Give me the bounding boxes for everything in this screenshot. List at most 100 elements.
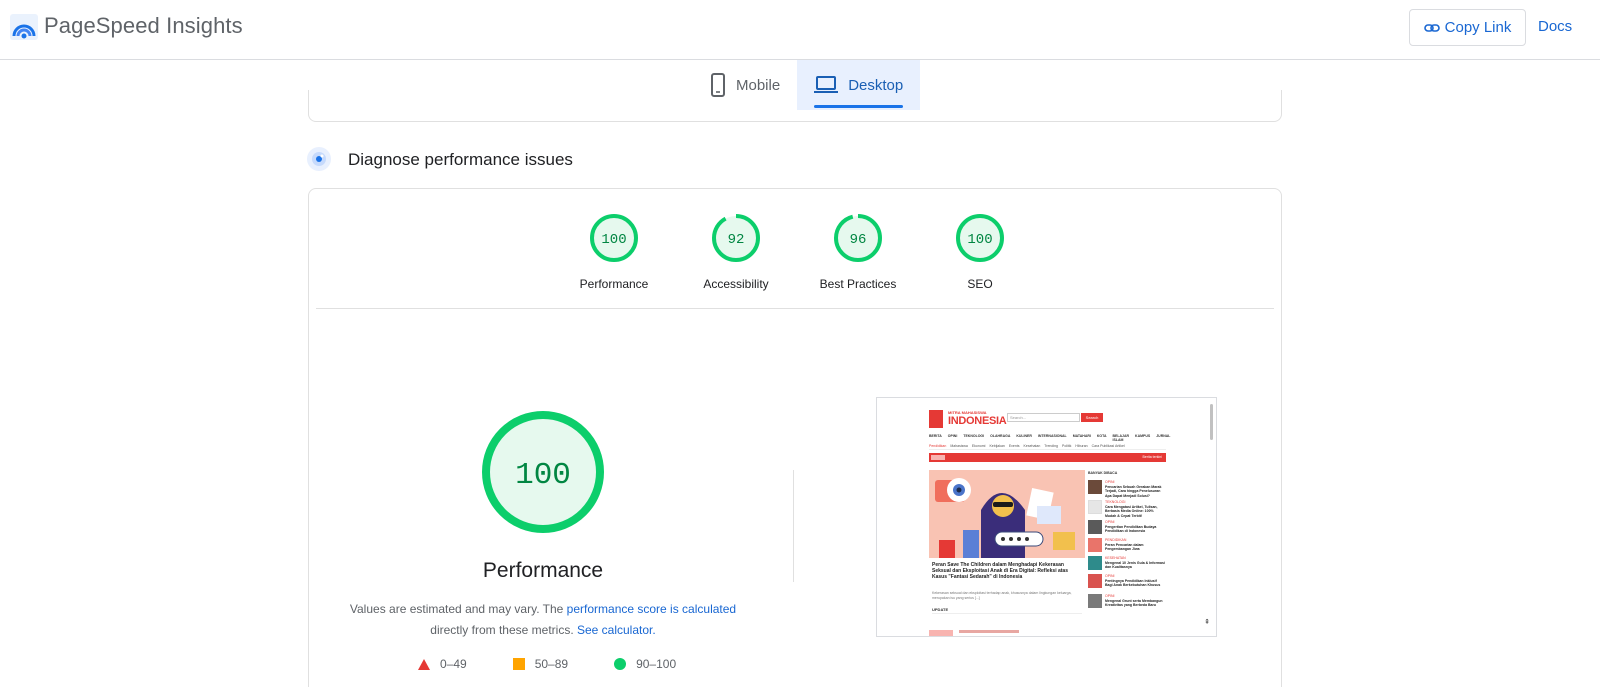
article-title: Mengenal Grunt serta Membangun Kreativit… <box>1105 598 1163 608</box>
nav-item: BELAJAR ISLAM <box>1112 434 1130 442</box>
score-label: Performance <box>579 277 649 291</box>
performance-score-gauge: 100 <box>482 411 604 533</box>
performance-note: Values are estimated and may vary. The p… <box>330 599 756 641</box>
score-value: 96 <box>850 232 867 248</box>
nav-item: KAMPUS <box>1135 434 1151 438</box>
hero-summary: Kekerasan seksual dan eksploitasi terhad… <box>932 591 1072 600</box>
ticker-label: Berita terkini <box>1142 455 1162 459</box>
nav-item: Ekonomi <box>971 444 986 448</box>
thumbnail-scrollbar <box>1210 404 1213 440</box>
article-title: Mengenal 10 Jenis Gula & Informasi dan K… <box>1105 560 1165 570</box>
nav-item: TEKNOLOGI <box>963 434 985 438</box>
nav-item: Trending <box>1044 444 1058 448</box>
article-thumbnail <box>1088 556 1102 570</box>
score-gauge-seo[interactable]: 100 SEO <box>920 213 1040 291</box>
article-thumbnail <box>1088 500 1102 514</box>
legend-label: 0–49 <box>440 657 467 671</box>
article-thumbnail <box>1088 538 1102 552</box>
article-title: Pencarian Sebuah Gerakan Marak Terjadi, … <box>1105 484 1162 498</box>
article-thumbnail <box>1088 594 1102 608</box>
nav-item: Kesehatan <box>1023 444 1041 448</box>
sidebar-article: OPINI Pengertian Pendidikan Budaya Pendid… <box>1088 520 1166 536</box>
sidebar-title: BANYAK DIBACA <box>1088 471 1118 475</box>
diagnose-icon <box>307 147 331 171</box>
copy-link-label: Copy Link <box>1444 19 1512 36</box>
score-gauge-performance[interactable]: 100 Performance <box>554 213 674 291</box>
nav-item: Politik <box>1061 444 1072 448</box>
sidebar-article: OPINI Pencarian Sebuah Gerakan Marak Terj… <box>1088 480 1166 498</box>
docs-link[interactable]: Docs <box>1538 18 1572 35</box>
see-calculator-link[interactable]: See calculator. <box>577 623 656 637</box>
sidebar-article: OPINI Mengenal Grunt serta Membangun Krea… <box>1088 594 1166 610</box>
score-value: 100 <box>601 232 626 248</box>
hero-headline: Peran Save The Children dalam Menghadapi… <box>932 562 1068 580</box>
sidebar-article: TEKNOLOGI Cara Mengatasi Artikel, Tulisan… <box>1088 500 1166 518</box>
legend-item-pass: 90–100 <box>614 657 676 671</box>
site-logo-text: INDONESIA <box>948 415 1007 427</box>
score-legend: 0–49 50–89 90–100 <box>418 657 722 671</box>
legend-item-fail: 0–49 <box>418 657 467 671</box>
performance-score-value: 100 <box>515 458 571 493</box>
score-label: Best Practices <box>819 277 897 291</box>
legend-item-average: 50–89 <box>512 657 569 671</box>
sidebar-article: KESEHATAN Mengenal 10 Jenis Gula & Inform… <box>1088 556 1166 572</box>
nav-item: Kebijakan <box>989 444 1005 448</box>
diagnose-title: Diagnose performance issues <box>348 150 573 169</box>
gauge-ring-icon: 100 <box>956 214 1004 262</box>
article-thumbnail <box>1088 520 1102 534</box>
copy-link-button[interactable]: Copy Link <box>1409 9 1526 46</box>
note-text: Values are estimated and may vary. The <box>349 602 567 616</box>
site-main-nav: BERITA OPINI TEKNOLOGI OLAHRAGA KULINER … <box>929 434 1170 442</box>
average-square-icon <box>512 658 525 670</box>
gauge-ring-icon: 92 <box>712 214 760 262</box>
update-strip <box>929 628 1085 636</box>
note-text: directly from these metrics. <box>430 623 577 637</box>
page-screenshot-thumbnail: MITRA MAHASISWA INDONESIA Search... Sear… <box>876 397 1217 637</box>
score-label: SEO <box>967 277 993 291</box>
nav-item: JURNAL <box>1156 434 1171 438</box>
link-icon <box>1423 23 1440 32</box>
score-gauge-accessibility[interactable]: 92 Accessibility <box>676 213 796 291</box>
nav-item: Events <box>1008 444 1020 448</box>
site-ticker-bar: Berita terkini <box>929 453 1166 462</box>
app-title: PageSpeed Insights <box>44 13 243 38</box>
site-search-button: Search <box>1081 413 1103 422</box>
nav-item: KOTA <box>1096 434 1107 438</box>
fail-triangle-icon <box>418 658 430 670</box>
nav-item: KULINER <box>1016 434 1032 438</box>
nav-item: INTERNASIONAL <box>1037 434 1067 438</box>
site-logo-icon <box>929 410 943 428</box>
article-title: Pengertian Pendidikan Budaya Pendidikan … <box>1105 524 1157 534</box>
score-value: 92 <box>728 232 745 248</box>
ticker-badge <box>931 455 945 460</box>
performance-title: Performance <box>482 559 604 582</box>
sidebar-article: OPINI Pentingnya Pendidikan Inklusif Bagi… <box>1088 574 1166 590</box>
article-title: Cara Mengatasi Artikel, Tulisan, Berbasi… <box>1105 504 1158 518</box>
article-title: Peran Pencarian dalam Pengembangan Jiwa <box>1105 542 1144 552</box>
nav-item: Cara Publikasi Artikel <box>1091 444 1125 448</box>
article-thumbnail <box>1088 480 1102 494</box>
nav-item: OPINI <box>947 434 958 438</box>
gauge-ring-icon: 96 <box>834 214 882 262</box>
score-gauge-best-practices[interactable]: 96 Best Practices <box>798 213 918 291</box>
legend-label: 90–100 <box>636 657 677 671</box>
top-bar: PageSpeed Insights Copy Link Docs <box>0 0 1600 60</box>
section-divider <box>316 308 1274 309</box>
pagespeed-logo-icon <box>10 14 38 40</box>
previous-card-edge <box>308 90 1282 122</box>
hero-illustration <box>929 470 1085 558</box>
update-section-title: UPDATE <box>932 607 1082 614</box>
pass-circle-icon <box>614 658 627 670</box>
nav-item: BERITA <box>929 434 942 438</box>
gauge-ring-icon: 100 <box>590 214 638 262</box>
nav-item: Pendidikan <box>929 444 947 448</box>
nav-item: MATAHARI <box>1072 434 1091 438</box>
nav-item: Hiburan <box>1075 444 1088 448</box>
score-calculation-link[interactable]: performance score is calculated <box>567 602 736 616</box>
site-sub-nav: Pendidikan Mahasiswa Ekonomi Kebijakan E… <box>929 444 1166 450</box>
back-to-top-icon: ⇞ <box>1204 619 1210 626</box>
article-title: Pentingnya Pendidikan Inklusif Bagi Anak… <box>1105 578 1161 588</box>
nav-item: OLAHRAGA <box>990 434 1011 438</box>
score-label: Accessibility <box>703 277 769 291</box>
legend-label: 50–89 <box>534 657 569 671</box>
